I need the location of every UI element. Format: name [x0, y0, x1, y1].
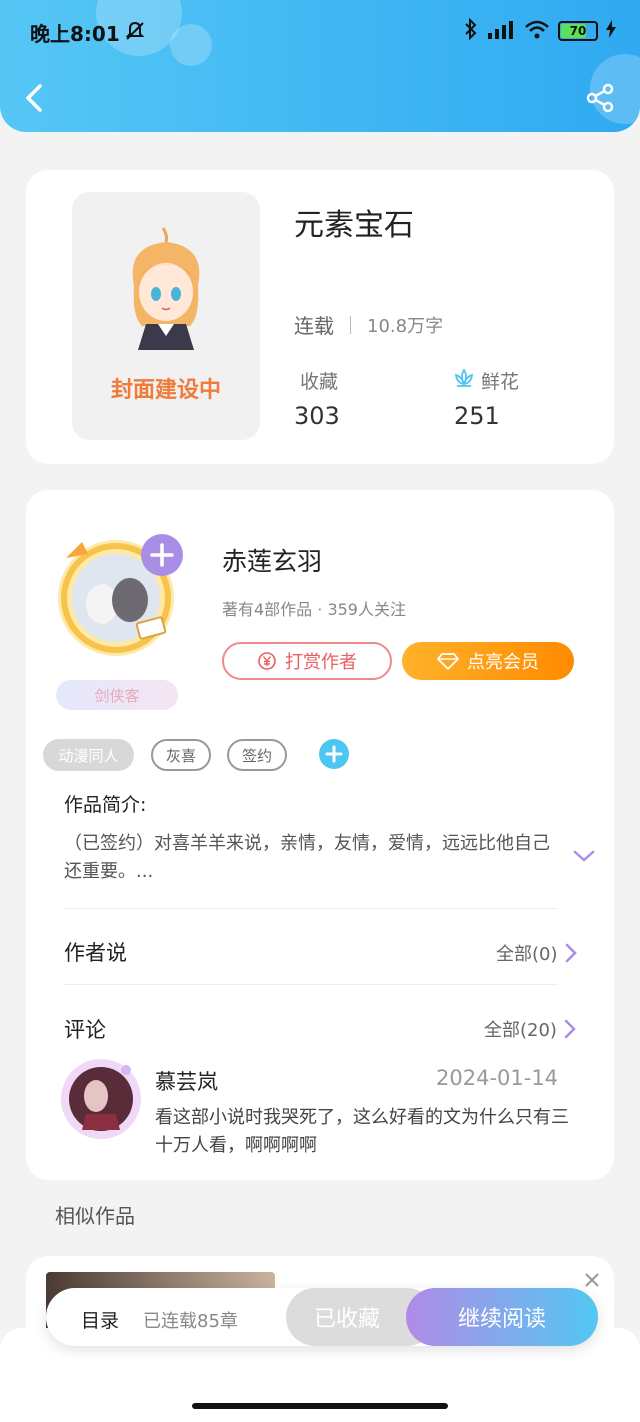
- plus-icon: [325, 745, 343, 763]
- home-indicator: [192, 1403, 448, 1409]
- chevron-right-icon: [565, 943, 577, 963]
- cover-illustration: [132, 227, 200, 350]
- comment-text: 看这部小说时我哭死了，这么好看的文为什么只有三十万人看，啊啊啊啊: [155, 1107, 569, 1156]
- activate-vip-label: 点亮会员: [467, 652, 539, 673]
- intro-text: （已签约）对喜羊羊来说，亲情，友情，爱情，远远比他自己还重要。...: [64, 833, 550, 882]
- bluetooth-icon: [464, 17, 478, 44]
- tag-item[interactable]: 签约: [227, 739, 287, 771]
- follow-author-button[interactable]: [141, 534, 183, 576]
- wifi-icon: [524, 19, 550, 43]
- lotus-icon: [452, 366, 476, 394]
- share-icon: [586, 83, 614, 113]
- close-icon: [585, 1273, 599, 1287]
- book-title: 元素宝石: [294, 208, 414, 243]
- battery-level: 70: [569, 24, 587, 38]
- signal-icon: [486, 19, 516, 43]
- author-stats: 著有4部作品 · 359人关注: [222, 600, 406, 619]
- yen-coin-icon: [258, 652, 276, 670]
- comments-all-label: 全部(20): [484, 1020, 557, 1041]
- flowers-value: 251: [454, 402, 500, 430]
- tag-item[interactable]: 动漫同人: [43, 739, 134, 771]
- expand-intro-button[interactable]: [572, 846, 596, 866]
- book-meta: 连载 10.8万字: [294, 310, 443, 339]
- chevron-down-icon: [573, 850, 595, 862]
- chevron-right-icon: [564, 1019, 576, 1039]
- reward-author-label: 打赏作者: [285, 652, 357, 673]
- author-says-title: 作者说: [64, 941, 127, 965]
- favorites-value: 303: [294, 402, 340, 430]
- activate-vip-button[interactable]: 点亮会员: [402, 642, 574, 680]
- close-button[interactable]: [582, 1270, 602, 1290]
- diamond-icon: [437, 653, 459, 671]
- comment-date: 2024-01-14: [436, 1066, 559, 1090]
- battery-icon: 70: [558, 21, 598, 41]
- continue-reading-button[interactable]: 继续阅读: [406, 1288, 598, 1346]
- book-cover[interactable]: 封面建设中: [72, 192, 260, 440]
- author-says-all-label: 全部(0): [496, 944, 558, 965]
- cover-placeholder-text: 封面建设中: [110, 378, 221, 403]
- word-count: 10.8万字: [367, 315, 444, 337]
- comments-all-link[interactable]: 全部(20): [484, 1016, 577, 1042]
- comments-title: 评论: [64, 1018, 106, 1042]
- toc-button[interactable]: 目录: [81, 1306, 119, 1333]
- header-bar: 晚上8:01 70: [0, 0, 640, 132]
- author-badge: 剑侠客: [56, 680, 178, 710]
- mute-bell-icon: [124, 20, 146, 46]
- chapter-count: 已连载85章: [143, 1311, 238, 1332]
- reward-author-button[interactable]: 打赏作者: [222, 642, 392, 680]
- divider: [350, 315, 351, 334]
- tag-item[interactable]: 灰喜: [151, 739, 211, 771]
- similar-works-title: 相似作品: [55, 1204, 135, 1228]
- author-name[interactable]: 赤莲玄羽: [222, 542, 322, 578]
- status-icons: 70: [464, 17, 616, 44]
- divider: [64, 908, 558, 909]
- flowers-label: 鲜花: [481, 371, 520, 393]
- favorites-label: 收藏: [300, 371, 339, 393]
- charging-icon: [606, 20, 616, 42]
- divider: [64, 984, 558, 985]
- book-status: 连载: [294, 314, 334, 338]
- commenter-name[interactable]: 慕芸岚: [155, 1066, 218, 1096]
- status-time: 晚上8:01: [30, 22, 120, 46]
- author-says-all-link[interactable]: 全部(0): [496, 940, 578, 966]
- back-button[interactable]: [22, 82, 50, 114]
- commenter-avatar[interactable]: [56, 1052, 146, 1142]
- intro-title: 作品简介:: [64, 794, 147, 816]
- plus-icon: [150, 543, 174, 567]
- chevron-left-icon: [26, 84, 42, 112]
- share-button[interactable]: [584, 82, 616, 114]
- decor-bubble: [170, 24, 212, 66]
- add-tag-button[interactable]: [319, 739, 349, 769]
